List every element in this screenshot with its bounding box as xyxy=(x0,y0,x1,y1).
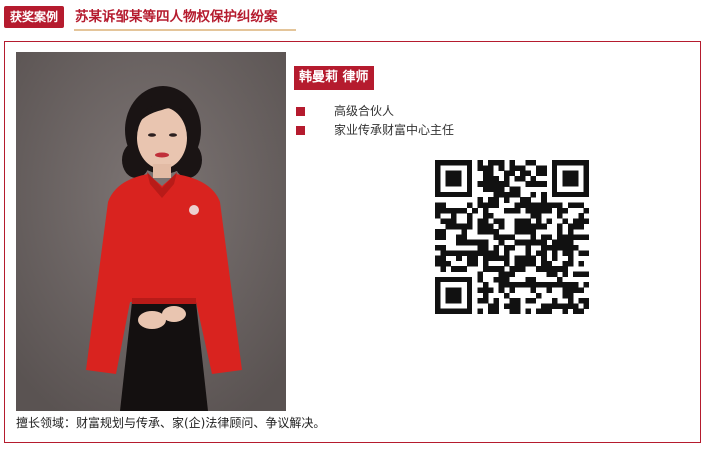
lawyer-name-badge: 韩曼莉 律师 xyxy=(294,66,374,90)
award-case-badge: 获奖案例 xyxy=(4,6,65,28)
lawyer-portrait xyxy=(16,52,286,411)
qr-code-icon xyxy=(435,160,590,315)
expertise-text: 擅长领域：财富规划与传承、家(企)法律顾问、争议解决。 xyxy=(16,416,326,430)
case-header: 获奖案例 苏某诉邹某等四人物权保护纠纷案 xyxy=(4,6,296,31)
title-underline xyxy=(74,29,296,31)
title-item-label: 家业传承财富中心主任 xyxy=(334,123,455,137)
square-bullet-icon xyxy=(296,126,305,135)
title-item-label: 高级合伙人 xyxy=(334,104,395,118)
case-title: 苏某诉邹某等四人物权保护纠纷案 xyxy=(75,9,278,25)
square-bullet-icon xyxy=(296,107,305,116)
lawyer-profile-card: 韩曼莉 律师 高级合伙人 家业传承财富中心主任 擅长领域：财富规划与传承、家(企… xyxy=(4,41,701,443)
